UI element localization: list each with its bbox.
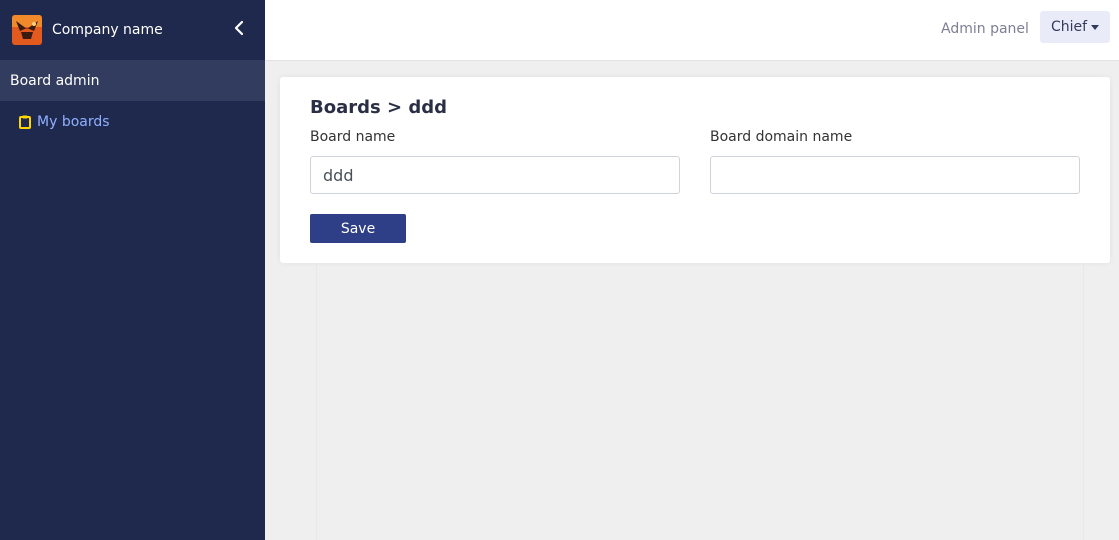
- brand-header: Company name: [0, 0, 265, 60]
- save-button[interactable]: Save: [310, 214, 406, 243]
- board-domain-input[interactable]: [710, 156, 1080, 194]
- page-title: Boards > ddd: [310, 97, 447, 118]
- board-name-label: Board name: [310, 129, 396, 145]
- top-bar: Admin panel Chief: [265, 0, 1119, 61]
- sidebar-section-board-admin: Board admin: [0, 60, 265, 101]
- user-menu-label: Chief: [1050, 19, 1088, 35]
- caret-down-icon: [1091, 24, 1100, 30]
- board-domain-label: Board domain name: [710, 129, 853, 145]
- board-name-input[interactable]: [310, 156, 680, 194]
- clipboard-icon: [19, 115, 31, 129]
- company-name: Company name: [52, 22, 163, 38]
- sidebar: Company name Board admin My boards: [0, 0, 265, 540]
- sidebar-item-my-boards[interactable]: My boards: [0, 101, 265, 143]
- company-logo[interactable]: [12, 15, 42, 45]
- chevron-left-icon[interactable]: [232, 20, 246, 36]
- admin-panel-link[interactable]: Admin panel: [941, 21, 1029, 37]
- background-panel: [316, 265, 1084, 540]
- user-menu-button[interactable]: Chief: [1040, 11, 1110, 43]
- board-edit-card: Boards > ddd Board name Board domain nam…: [280, 77, 1110, 263]
- sidebar-item-label: My boards: [37, 114, 110, 130]
